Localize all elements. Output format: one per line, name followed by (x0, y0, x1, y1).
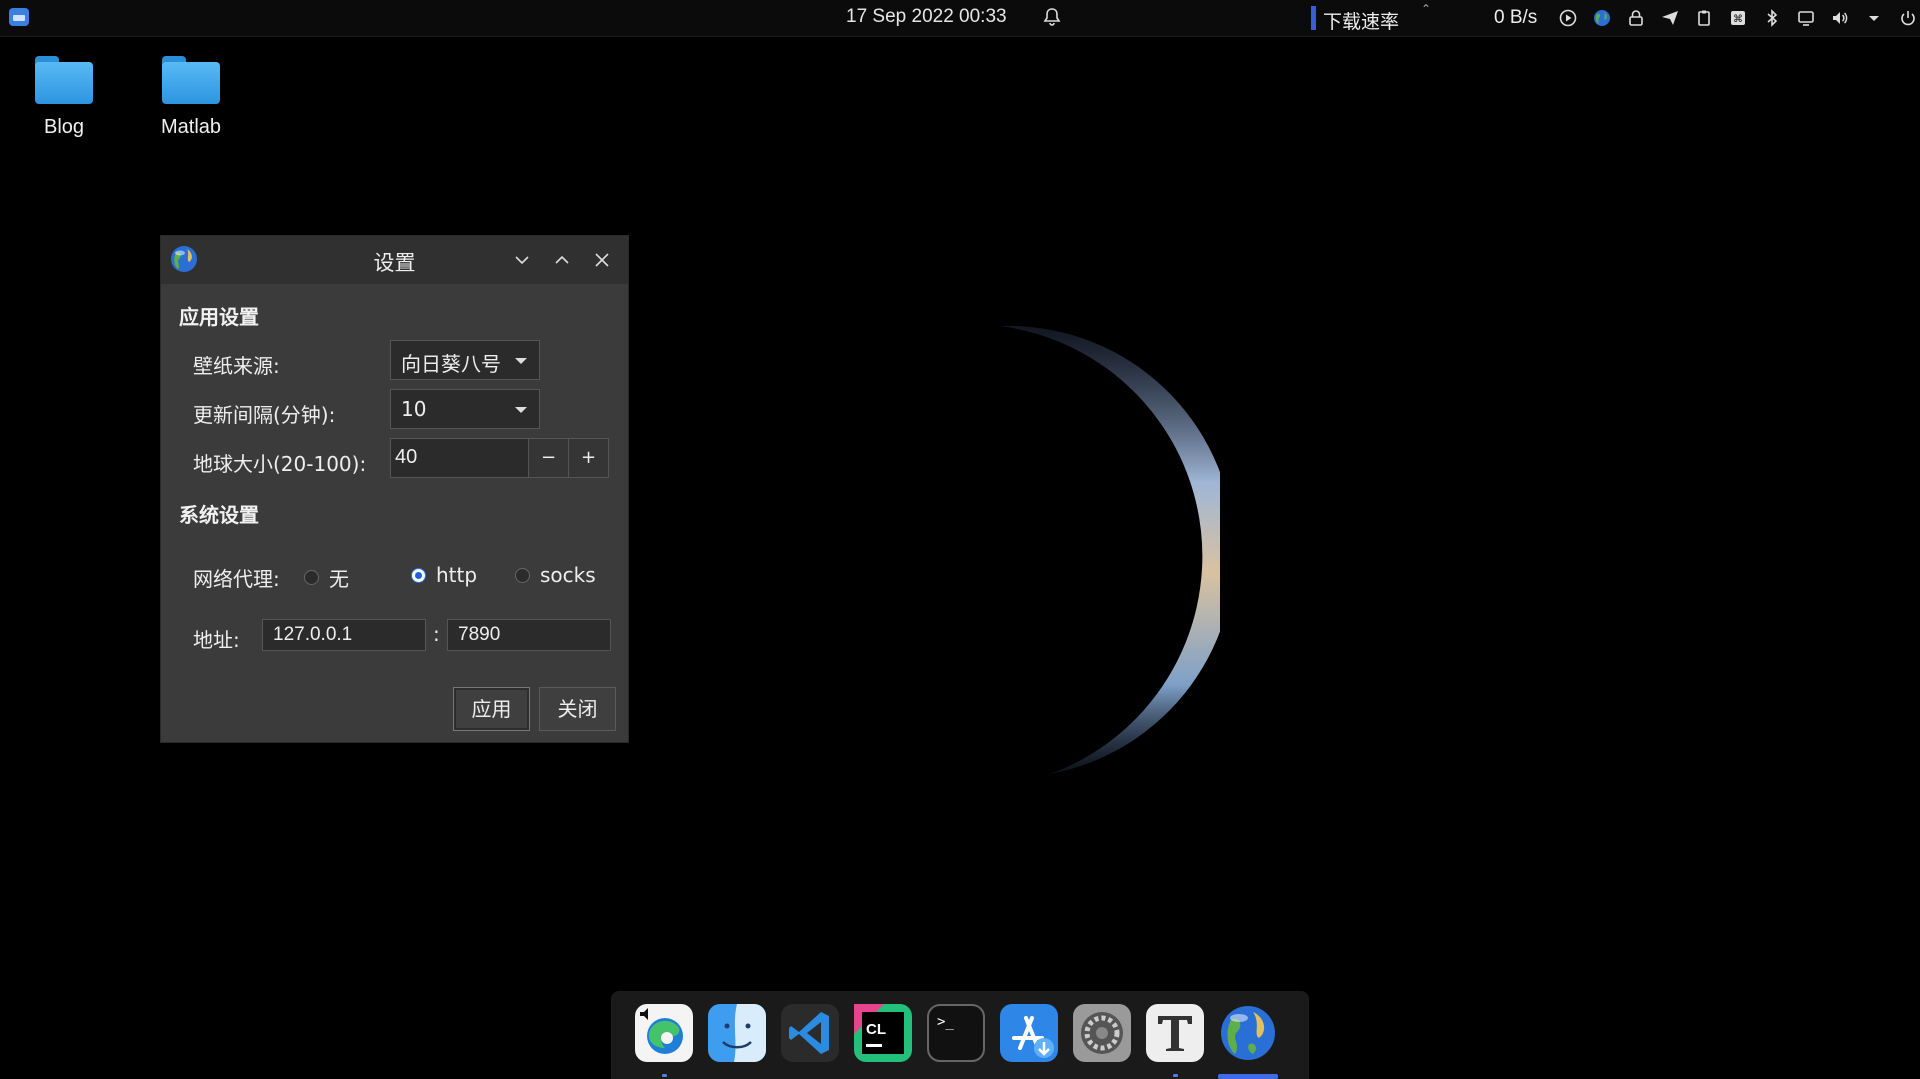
netspeed-label: 下载速率 (1323, 11, 1400, 33)
proxy-option-label: http (436, 563, 478, 587)
proxy-option-label: 无 (329, 567, 349, 591)
clock[interactable]: 17 Sep 2022 00:33 (846, 6, 1007, 28)
running-indicator (662, 1074, 667, 1077)
caret-up-icon: ⌃ (1421, 2, 1432, 16)
close-window-button[interactable] (590, 248, 614, 272)
earth-size-decrement-button[interactable]: − (528, 438, 569, 478)
dock-item-typora[interactable] (1146, 1004, 1204, 1062)
svg-text:>_: >_ (937, 1014, 954, 1030)
app-settings-heading: 应用设置 (179, 305, 259, 329)
lock-icon[interactable] (1624, 7, 1647, 30)
volume-icon[interactable] (1828, 7, 1851, 30)
proxy-option-label: socks (540, 563, 596, 587)
dock-item-finder[interactable] (708, 1004, 766, 1062)
radio-off-icon (304, 570, 319, 585)
command-icon[interactable]: ⌘ (1726, 7, 1749, 30)
active-indicator (1218, 1074, 1278, 1079)
svg-text:CL: CL (866, 1021, 886, 1038)
desktop-folder-matlab[interactable]: Matlab (136, 56, 246, 139)
earth-wallpaper-icon (1221, 1006, 1275, 1060)
update-interval-value: 10 (401, 397, 427, 421)
proxy-option-socks[interactable]: socks (515, 563, 596, 587)
bluetooth-icon[interactable] (1760, 7, 1783, 30)
notification-bell-icon[interactable] (1042, 7, 1062, 27)
settings-icon (1073, 1004, 1131, 1062)
dock-item-vscode[interactable] (781, 1004, 839, 1062)
edge-icon (635, 1004, 693, 1062)
proxy-host-input[interactable]: 127.0.0.1 (262, 619, 426, 651)
settings-window: 设置 应用设置 壁纸来源: 向日葵八号 更新间隔(分钟): 10 地球大小(20… (160, 235, 629, 743)
chevron-up-icon (555, 255, 569, 264)
svg-text:⌘: ⌘ (1733, 14, 1743, 25)
top-panel: 17 Sep 2022 00:33 下载速率 ⌃ 0 B/s ⌘ (0, 0, 1920, 37)
dock-item-edge[interactable] (635, 1004, 693, 1062)
folder-icon (162, 56, 220, 104)
clion-icon: CL (854, 1004, 912, 1062)
folder-icon (35, 56, 93, 104)
running-indicator (1173, 1074, 1178, 1077)
netspeed-value: 0 B/s (1494, 7, 1538, 28)
proxy-option-http[interactable]: http (411, 563, 477, 587)
launcher-icon[interactable] (9, 8, 29, 26)
maximize-button[interactable] (550, 248, 574, 272)
proxy-label: 网络代理: (193, 567, 280, 591)
window-titlebar[interactable]: 设置 (161, 236, 628, 284)
dock-item-clion[interactable]: CL (854, 1004, 912, 1062)
send-icon[interactable] (1658, 7, 1681, 30)
earth-size-label: 地球大小(20-100): (193, 452, 367, 476)
close-button[interactable]: 关闭 (539, 687, 616, 731)
close-icon (595, 253, 609, 267)
address-label: 地址: (193, 628, 240, 652)
dock-item-terminal[interactable]: >_ (927, 1004, 985, 1062)
dropdown-arrow-icon (515, 407, 527, 413)
play-circle-icon[interactable] (1556, 7, 1579, 30)
radio-on-icon (411, 567, 426, 583)
proxy-port-input[interactable]: 7890 (447, 619, 611, 651)
earth-icon[interactable] (1590, 7, 1613, 30)
folder-label: Blog (43, 116, 85, 138)
folder-label: Matlab (160, 116, 222, 138)
chevron-down-icon (515, 256, 529, 265)
earth-crescent-wallpaper (1000, 325, 1220, 774)
terminal-icon: >_ (927, 1004, 985, 1062)
dock: CL >_ (611, 991, 1309, 1079)
dock-item-system-settings[interactable] (1073, 1004, 1131, 1062)
wallpaper-source-select[interactable]: 向日葵八号 (390, 340, 540, 380)
desktop-folder-blog[interactable]: Blog (9, 56, 119, 139)
wallpaper-source-label: 壁纸来源: (193, 354, 280, 378)
radio-off-icon (515, 567, 530, 583)
dropdown-icon[interactable] (1862, 7, 1885, 30)
finder-icon (708, 1004, 766, 1062)
update-interval-select[interactable]: 10 (390, 389, 540, 429)
minimize-button[interactable] (510, 248, 534, 272)
update-interval-label: 更新间隔(分钟): (193, 403, 336, 427)
vscode-icon (781, 1004, 839, 1062)
system-settings-heading: 系统设置 (179, 503, 259, 527)
system-tray: ⌘ (1556, 6, 1919, 30)
dock-item-earth-wallpaper[interactable] (1219, 1004, 1277, 1062)
netspeed-indicator (1311, 6, 1316, 30)
power-icon[interactable] (1896, 7, 1919, 30)
wallpaper-source-value: 向日葵八号 (401, 352, 501, 376)
proxy-option-none[interactable]: 无 (304, 563, 349, 592)
appstore-icon (1000, 1004, 1058, 1062)
apply-button[interactable]: 应用 (453, 687, 530, 731)
typora-icon (1146, 1004, 1204, 1062)
earth-size-increment-button[interactable]: + (568, 438, 609, 478)
display-icon[interactable] (1794, 7, 1817, 30)
dropdown-arrow-icon (515, 358, 527, 364)
earth-size-input[interactable]: 40 (390, 438, 529, 478)
clipboard-icon[interactable] (1692, 7, 1715, 30)
dock-item-appstore[interactable] (1000, 1004, 1058, 1062)
address-separator: : (433, 622, 440, 646)
